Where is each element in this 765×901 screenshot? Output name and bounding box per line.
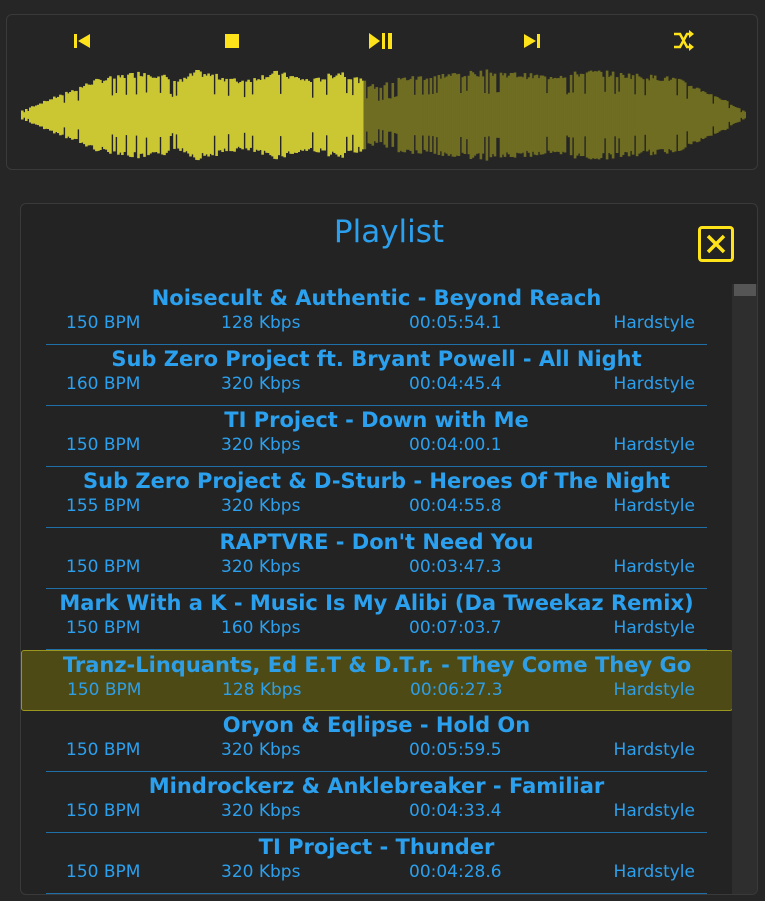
track-duration: 00:04:45.4	[409, 374, 502, 394]
track-title: Sub Zero Project ft. Bryant Powell - All…	[111, 347, 642, 371]
track-genre: Hardstyle	[613, 618, 695, 638]
track-genre: Hardstyle	[613, 740, 695, 760]
shuffle-icon	[674, 30, 694, 51]
track-title: RAPTVRE - Don't Need You	[219, 530, 534, 554]
track-duration: 00:04:33.4	[409, 801, 502, 821]
track-duration: 00:06:27.3	[410, 680, 503, 700]
scrollbar[interactable]	[732, 284, 757, 894]
playlist-title: Playlist	[333, 214, 445, 250]
track-title: Oryon & Eqlipse - Hold On	[222, 713, 531, 737]
waveform-bar	[744, 111, 746, 119]
track-duration: 00:05:54.1	[409, 313, 502, 333]
track-duration: 00:03:47.3	[409, 557, 502, 577]
track-row[interactable]: Sub Zero Project & D-Sturb - Heroes Of T…	[46, 467, 707, 528]
track-bpm: 150 BPM	[67, 680, 142, 700]
track-bpm: 155 BPM	[66, 496, 141, 516]
track-title: Tranz-Linquants, Ed E.T & D.T.r. - They …	[62, 653, 692, 677]
track-genre: Hardstyle	[613, 374, 695, 394]
track-genre: Hardstyle	[613, 862, 695, 882]
track-bitrate: 320 Kbps	[221, 740, 301, 760]
track-title: Mindrockerz & Anklebreaker - Familiar	[148, 774, 605, 798]
track-bpm: 150 BPM	[66, 557, 141, 577]
waveform-seekbar[interactable]	[21, 65, 746, 165]
track-row[interactable]: TI Project - Down with Me 150 BPM 320 Kbps…	[46, 406, 707, 467]
shuffle-button[interactable]	[668, 28, 698, 54]
track-row[interactable]: RAPTVRE - Don't Need You 150 BPM 320 Kbps 0…	[46, 528, 707, 589]
track-title: Mark With a K - Music Is My Alibi (Da Tw…	[59, 591, 694, 615]
track-genre: Hardstyle	[613, 801, 695, 821]
track-bpm: 150 BPM	[66, 313, 141, 333]
track-genre: Hardstyle	[613, 313, 695, 333]
track-bpm: 150 BPM	[66, 740, 141, 760]
scrollbar-thumb[interactable]	[734, 284, 756, 296]
track-bitrate: 320 Kbps	[221, 435, 301, 455]
track-genre: Hardstyle	[613, 557, 695, 577]
close-icon	[706, 234, 726, 254]
stop-icon	[225, 34, 239, 48]
track-duration: 00:04:55.8	[409, 496, 502, 516]
track-bpm: 150 BPM	[66, 801, 141, 821]
track-duration: 00:04:00.1	[409, 435, 502, 455]
play-pause-button[interactable]	[366, 28, 396, 54]
track-bitrate: 128 Kbps	[222, 680, 302, 700]
track-bpm: 150 BPM	[66, 618, 141, 638]
track-bpm: 150 BPM	[66, 435, 141, 455]
track-bitrate: 320 Kbps	[221, 374, 301, 394]
previous-icon	[74, 34, 90, 48]
play-pause-icon	[369, 33, 392, 49]
track-genre: Hardstyle	[613, 680, 695, 700]
track-row[interactable]: Tranz-Linquants, Ed E.T & D.T.r. - They …	[21, 650, 733, 711]
playlist-panel: Playlist Noisecult & Authentic - Beyond …	[20, 203, 758, 895]
track-genre: Hardstyle	[613, 435, 695, 455]
track-row[interactable]: Oryon & Eqlipse - Hold On 150 BPM 320 Kbps…	[46, 711, 707, 772]
track-title: Noisecult & Authentic - Beyond Reach	[151, 286, 602, 310]
track-bitrate: 320 Kbps	[221, 862, 301, 882]
next-button[interactable]	[517, 28, 547, 54]
track-title: TI Project - Thunder	[258, 835, 495, 859]
track-bitrate: 160 Kbps	[221, 618, 301, 638]
next-icon	[524, 34, 540, 48]
track-row[interactable]: Sub Zero Project ft. Bryant Powell - All…	[46, 345, 707, 406]
track-bpm: 160 BPM	[66, 374, 141, 394]
track-row[interactable]: TI Project - Thunder 150 BPM 320 Kbps 00:04…	[46, 833, 707, 894]
track-duration: 00:05:59.5	[409, 740, 502, 760]
track-bitrate: 320 Kbps	[221, 801, 301, 821]
stop-button[interactable]	[217, 28, 247, 54]
track-title: TI Project - Down with Me	[224, 408, 529, 432]
previous-button[interactable]	[67, 28, 97, 54]
track-row[interactable]: Noisecult & Authentic - Beyond Reach 150 …	[46, 284, 707, 345]
close-button[interactable]	[698, 226, 734, 262]
player-panel	[6, 14, 758, 170]
track-duration: 00:07:03.7	[409, 618, 502, 638]
track-bitrate: 320 Kbps	[221, 496, 301, 516]
track-bitrate: 320 Kbps	[221, 557, 301, 577]
track-bpm: 150 BPM	[66, 862, 141, 882]
track-row[interactable]: Mark With a K - Music Is My Alibi (Da Tw…	[46, 589, 707, 650]
track-genre: Hardstyle	[613, 496, 695, 516]
track-bitrate: 128 Kbps	[221, 313, 301, 333]
track-row[interactable]: Mindrockerz & Anklebreaker - Familiar 150…	[46, 772, 707, 833]
track-duration: 00:04:28.6	[409, 862, 502, 882]
track-title: Sub Zero Project & D-Sturb - Heroes Of T…	[83, 469, 670, 493]
